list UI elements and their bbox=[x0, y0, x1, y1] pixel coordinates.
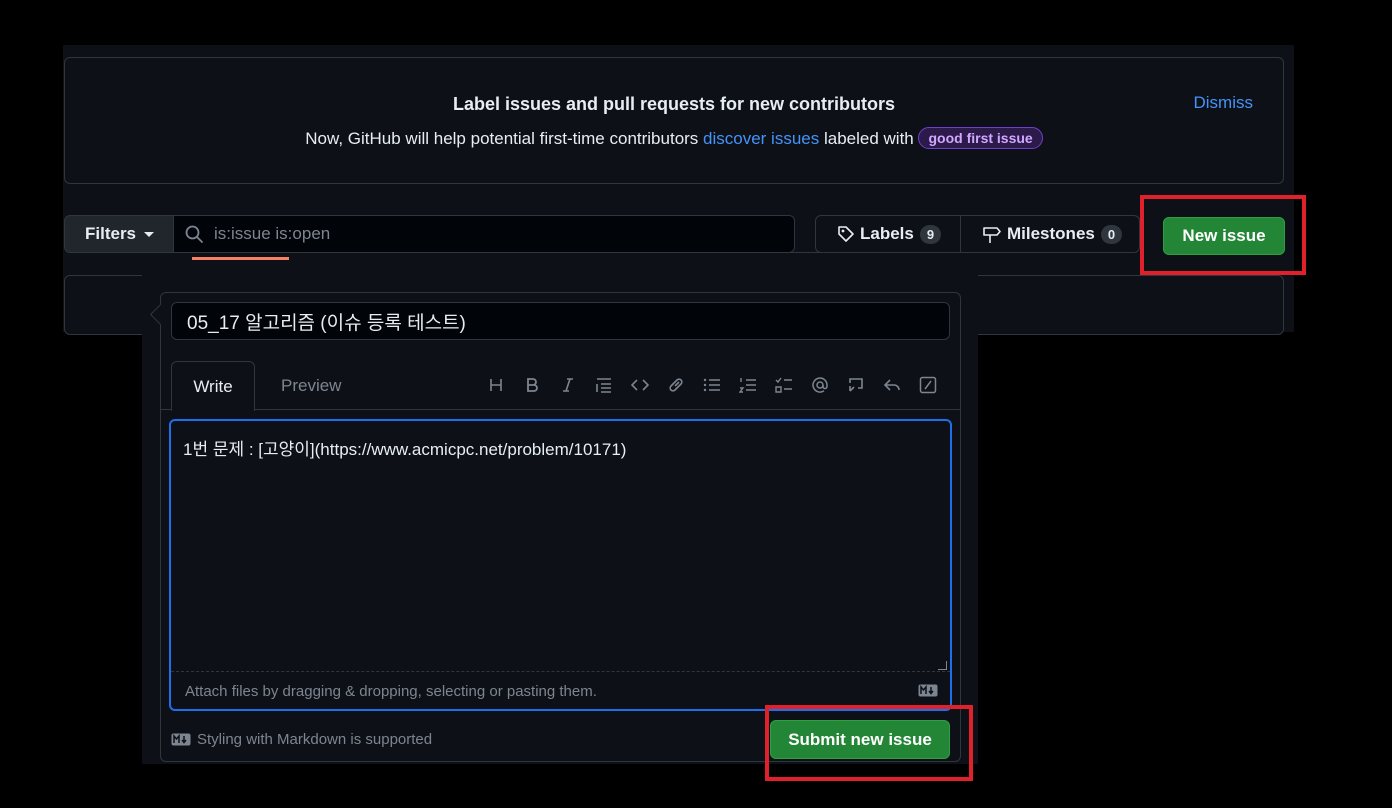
search-input[interactable] bbox=[212, 223, 776, 245]
issue-body-text: 1번 문제 : [고양이](https://www.acmicpc.net/pr… bbox=[183, 440, 627, 459]
attach-files-hint[interactable]: Attach files by dragging & dropping, sel… bbox=[185, 683, 597, 700]
good-first-issue-label[interactable]: good first issue bbox=[918, 127, 1043, 149]
quote-icon[interactable] bbox=[586, 372, 622, 398]
discover-issues-link[interactable]: discover issues bbox=[703, 129, 819, 148]
task-list-icon[interactable] bbox=[766, 372, 802, 398]
active-tab-underline bbox=[192, 257, 289, 260]
mention-icon[interactable] bbox=[802, 372, 838, 398]
labels-label: Labels bbox=[860, 224, 914, 243]
ordered-list-icon[interactable] bbox=[730, 372, 766, 398]
markdown-note-text: Styling with Markdown is supported bbox=[197, 731, 433, 748]
dismiss-button[interactable]: Dismiss bbox=[1194, 93, 1254, 113]
reply-icon[interactable] bbox=[874, 372, 910, 398]
markdown-icon bbox=[918, 684, 938, 697]
highlight-new-issue bbox=[1140, 195, 1306, 275]
milestones-label: Milestones bbox=[1007, 224, 1095, 243]
milestones-counter: 0 bbox=[1100, 224, 1123, 244]
milestone-icon bbox=[983, 227, 1001, 243]
code-icon[interactable] bbox=[622, 372, 658, 398]
resize-handle[interactable] bbox=[938, 661, 947, 670]
bold-icon[interactable] bbox=[514, 372, 550, 398]
contributors-banner: Label issues and pull requests for new c… bbox=[64, 57, 1284, 184]
tab-write[interactable]: Write bbox=[171, 361, 255, 411]
tag-icon bbox=[838, 226, 854, 242]
banner-text-before: Now, GitHub will help potential first-ti… bbox=[305, 129, 704, 148]
tabs-divider bbox=[161, 409, 960, 410]
markdown-toolbar bbox=[478, 372, 946, 398]
banner-text: Now, GitHub will help potential first-ti… bbox=[65, 127, 1283, 149]
attach-divider bbox=[171, 671, 950, 672]
issue-title-input[interactable]: 05_17 알고리즘 (이슈 등록 테스트) bbox=[171, 302, 950, 340]
banner-title: Label issues and pull requests for new c… bbox=[452, 94, 896, 114]
issue-body-editor[interactable]: 1번 문제 : [고양이](https://www.acmicpc.net/pr… bbox=[169, 419, 952, 711]
banner-text-after: labeled with bbox=[819, 129, 919, 148]
italic-icon[interactable] bbox=[550, 372, 586, 398]
labels-button[interactable]: Labels 9 bbox=[815, 215, 961, 253]
filters-label: Filters bbox=[85, 224, 137, 243]
milestones-button[interactable]: Milestones 0 bbox=[960, 215, 1140, 253]
markdown-icon bbox=[171, 733, 191, 746]
chevron-down-icon bbox=[144, 231, 155, 237]
heading-icon[interactable] bbox=[478, 372, 514, 398]
highlight-submit-button bbox=[765, 705, 973, 781]
search-icon bbox=[185, 225, 203, 243]
markdown-support-note[interactable]: Styling with Markdown is supported bbox=[171, 731, 432, 748]
filters-button[interactable]: Filters bbox=[64, 215, 174, 253]
unordered-list-icon[interactable] bbox=[694, 372, 730, 398]
tab-preview[interactable]: Preview bbox=[281, 376, 341, 396]
reference-icon[interactable] bbox=[838, 372, 874, 398]
link-icon[interactable] bbox=[658, 372, 694, 398]
labels-counter: 9 bbox=[919, 224, 942, 244]
search-bar[interactable] bbox=[173, 215, 795, 253]
slash-icon[interactable] bbox=[910, 372, 946, 398]
